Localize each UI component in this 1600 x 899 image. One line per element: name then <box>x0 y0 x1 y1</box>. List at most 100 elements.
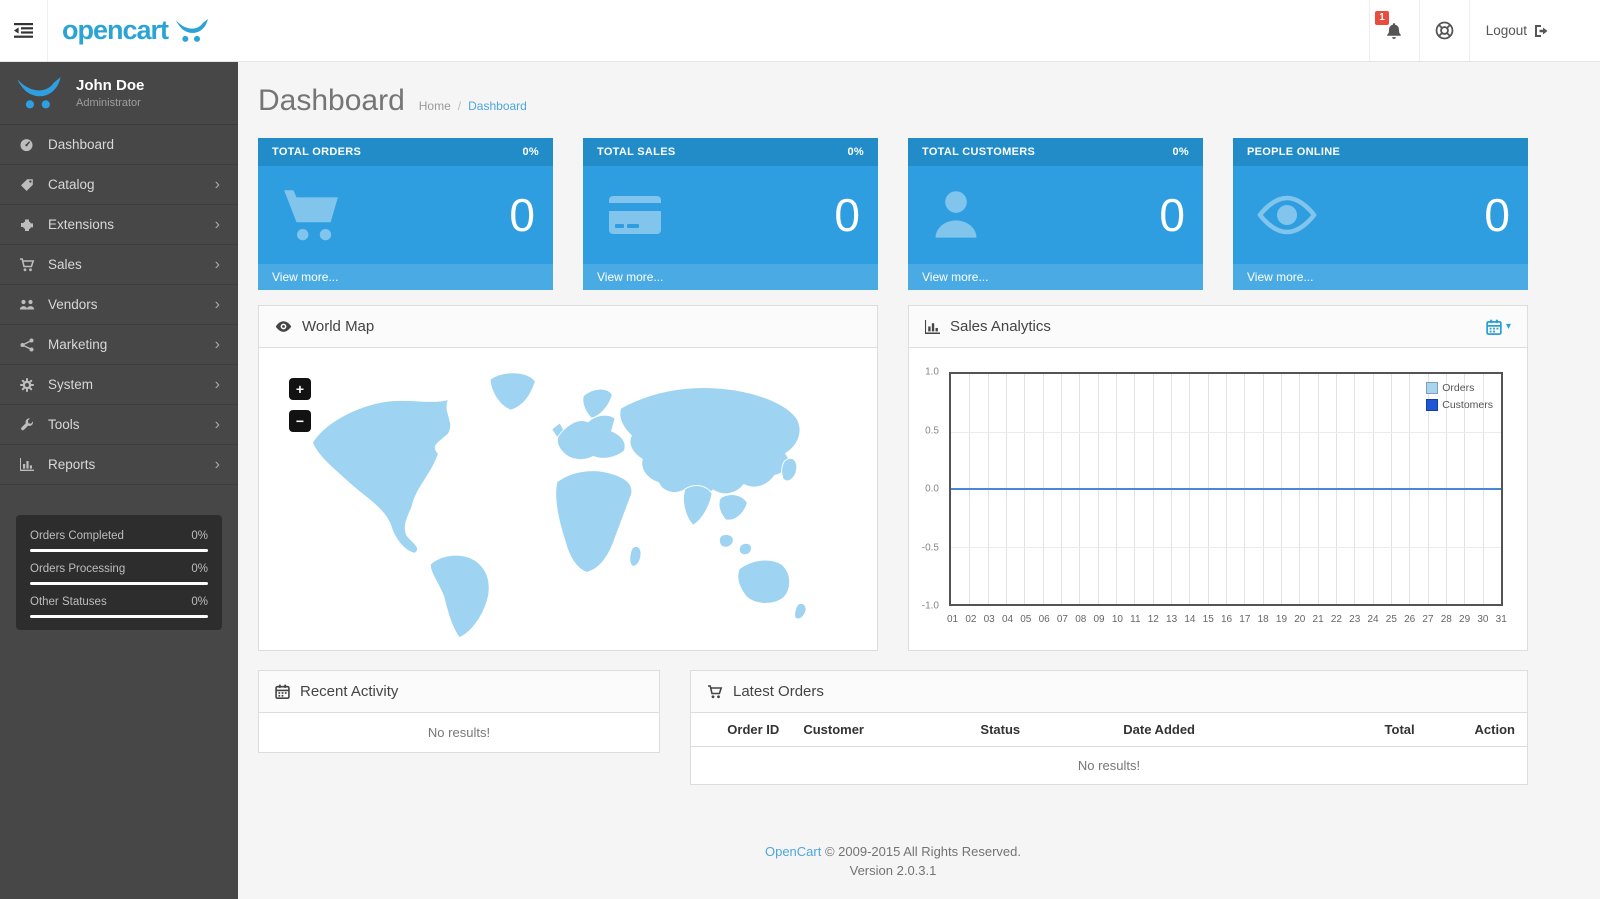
table-row: No results! <box>691 747 1527 785</box>
y-tick-label: 0.0 <box>925 484 939 495</box>
bar-chart-icon <box>18 458 35 471</box>
x-tick-label: 04 <box>1002 614 1013 628</box>
sidebar-item-extensions[interactable]: Extensions › <box>0 205 238 245</box>
hamburger-icon <box>14 23 33 38</box>
x-tick-label: 14 <box>1184 614 1195 628</box>
x-tick-label: 13 <box>1166 614 1177 628</box>
sales-analytics-panel: Sales Analytics ▾ 1.00.50.0-0.5-1.0 Orde… <box>908 305 1528 651</box>
sidebar-menu: Dashboard Catalog › Extensions › Sales › <box>0 125 238 485</box>
tachometer-icon <box>18 137 35 152</box>
sidebar-toggle-button[interactable] <box>0 0 48 61</box>
stat-orders-completed: Orders Completed 0% <box>30 519 208 552</box>
x-tick-label: 28 <box>1441 614 1452 628</box>
copyright-text: © 2009-2015 All Rights Reserved. <box>825 844 1021 859</box>
stat-orders-processing: Orders Processing 0% <box>30 552 208 585</box>
view-more-link[interactable]: View more... <box>258 264 553 290</box>
user-icon <box>930 188 982 242</box>
chevron-right-icon: › <box>215 457 220 473</box>
x-tick-label: 07 <box>1057 614 1068 628</box>
opencart-logo[interactable]: opencart <box>62 0 209 61</box>
sidebar-item-system[interactable]: System › <box>0 365 238 405</box>
page-footer: OpenCart © 2009-2015 All Rights Reserved… <box>258 843 1528 881</box>
stat-label: Orders Processing <box>30 563 125 575</box>
sidebar-item-sales[interactable]: Sales › <box>0 245 238 285</box>
x-tick-label: 24 <box>1367 614 1378 628</box>
chevron-right-icon: › <box>215 297 220 313</box>
x-tick-label: 21 <box>1313 614 1324 628</box>
sidebar-item-marketing[interactable]: Marketing › <box>0 325 238 365</box>
x-tick-label: 22 <box>1331 614 1342 628</box>
latest-orders-table: Order ID Customer Status Date Added Tota… <box>691 713 1527 784</box>
breadcrumb-home[interactable]: Home <box>419 99 451 113</box>
map-zoom-in-button[interactable]: + <box>289 378 311 400</box>
breadcrumb: Home / Dashboard <box>419 99 527 113</box>
stat-value: 0% <box>191 563 208 575</box>
sidebar-item-label: System <box>48 377 93 392</box>
column-header-customer: Customer <box>791 713 933 747</box>
chevron-right-icon: › <box>215 257 220 273</box>
panel-title: Latest Orders <box>733 683 824 700</box>
users-icon <box>18 299 35 311</box>
sidebar-item-label: Tools <box>48 417 80 432</box>
column-header-action: Action <box>1427 713 1527 747</box>
sign-out-icon <box>1534 24 1548 38</box>
panel-title: Recent Activity <box>300 683 398 700</box>
breadcrumb-current[interactable]: Dashboard <box>468 99 527 113</box>
analytics-chart-body: 1.00.50.0-0.5-1.0 OrdersCustomers 010203… <box>909 348 1527 650</box>
column-header-order-id: Order ID <box>691 713 791 747</box>
view-more-link[interactable]: View more... <box>583 264 878 290</box>
chevron-right-icon: › <box>215 337 220 353</box>
notification-badge: 1 <box>1375 11 1390 25</box>
analytics-plot: OrdersCustomers <box>949 372 1503 606</box>
series-line <box>951 488 1501 490</box>
column-header-date-added: Date Added <box>1067 713 1251 747</box>
chevron-right-icon: › <box>215 177 220 193</box>
sidebar-item-dashboard[interactable]: Dashboard <box>0 125 238 165</box>
caret-down-icon: ▾ <box>1506 321 1511 332</box>
sidebar-item-label: Sales <box>48 257 82 272</box>
sidebar-item-catalog[interactable]: Catalog › <box>0 165 238 205</box>
logout-label: Logout <box>1486 23 1527 38</box>
latest-orders-empty: No results! <box>691 747 1527 785</box>
view-more-link[interactable]: View more... <box>908 264 1203 290</box>
x-tick-label: 23 <box>1349 614 1360 628</box>
calendar-icon <box>1486 319 1502 335</box>
legend-entry: Orders <box>1426 382 1493 394</box>
sidebar-item-tools[interactable]: Tools › <box>0 405 238 445</box>
opencart-footer-link[interactable]: OpenCart <box>765 844 821 859</box>
gear-icon <box>18 378 35 392</box>
sidebar-item-vendors[interactable]: Vendors › <box>0 285 238 325</box>
y-tick-label: 0.5 <box>925 425 939 436</box>
cart-logo-icon <box>175 18 209 43</box>
stat-label: Orders Completed <box>30 530 124 542</box>
header-actions: 1 Logout <box>1369 0 1564 61</box>
user-role: Administrator <box>76 97 144 109</box>
stat-other-statuses: Other Statuses 0% <box>30 585 208 618</box>
date-range-button[interactable]: ▾ <box>1486 319 1511 335</box>
help-button[interactable] <box>1419 0 1469 61</box>
x-tick-label: 09 <box>1094 614 1105 628</box>
sidebar-item-reports[interactable]: Reports › <box>0 445 238 485</box>
sidebar-item-label: Marketing <box>48 337 107 352</box>
x-tick-label: 15 <box>1203 614 1214 628</box>
world-map-body: + − <box>259 348 877 650</box>
world-map-image[interactable] <box>269 354 867 644</box>
view-more-link[interactable]: View more... <box>1233 264 1528 290</box>
life-ring-icon <box>1435 21 1454 40</box>
puzzle-icon <box>18 218 35 232</box>
notifications-button[interactable]: 1 <box>1369 0 1419 61</box>
map-zoom-out-button[interactable]: − <box>289 410 311 432</box>
logout-button[interactable]: Logout <box>1469 0 1564 61</box>
world-map-panel: World Map + − <box>258 305 878 651</box>
legend-label: Orders <box>1442 382 1474 394</box>
credit-card-icon <box>605 191 665 239</box>
sidebar-item-label: Vendors <box>48 297 98 312</box>
column-header-status: Status <box>933 713 1067 747</box>
x-tick-label: 11 <box>1130 614 1140 628</box>
sidebar: John Doe Administrator Dashboard Catalog… <box>0 62 238 899</box>
chevron-right-icon: › <box>215 217 220 233</box>
x-tick-label: 17 <box>1239 614 1250 628</box>
eye-icon <box>275 321 292 332</box>
page-title: Dashboard <box>258 84 405 118</box>
x-tick-label: 16 <box>1221 614 1232 628</box>
